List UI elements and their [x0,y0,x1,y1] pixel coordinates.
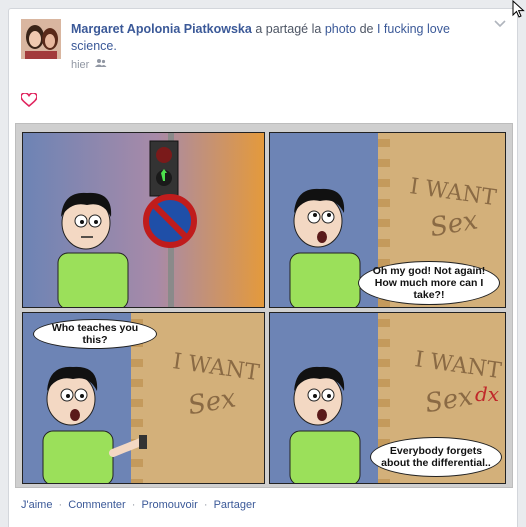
wall-text-dx: dx [475,382,499,406]
speech-bubble-4: Everybody forgets about the differential… [370,437,502,477]
separator: · [58,499,63,511]
post-card: Margaret Apolonia Piatkowska a partagé l… [8,8,518,527]
comic-panel-3: I WANT Sex Who teaches you this? [22,312,265,484]
speech-bubble-2: Oh my god! Not again! How much more can … [358,261,500,305]
comic-image[interactable]: I WANT Sex Oh my god! Not again! How muc… [15,123,513,488]
shared-verb: a partagé la [251,22,325,36]
comic-panel-2: I WANT Sex Oh my god! Not again! How muc… [269,132,506,308]
speech-bubble-3: Who teaches you this? [33,319,157,349]
separator: · [203,499,208,511]
post-actions: J'aime · Commenter · Promouvoir · Partag… [21,499,256,511]
post-header: Margaret Apolonia Piatkowska a partagé l… [71,21,451,55]
separator: · [131,499,136,511]
share-link[interactable]: Partager [214,499,256,511]
like-link[interactable]: J'aime [21,499,52,511]
preposition: de [356,22,377,36]
heart-icon[interactable] [20,92,38,108]
photo-link[interactable]: photo [325,22,356,36]
comic-panel-4: I WANT Sex dx Everybody forgets about th… [269,312,506,484]
author-name[interactable]: Margaret Apolonia Piatkowska [71,22,252,36]
promote-link[interactable]: Promouvoir [142,499,198,511]
comic-panel-1 [22,132,265,308]
comment-link[interactable]: Commenter [68,499,125,511]
friends-icon[interactable] [95,58,107,71]
chevron-down-icon[interactable] [493,19,507,31]
mouse-cursor-icon [512,0,526,18]
post-meta: hier [71,58,107,71]
author-avatar[interactable] [21,19,61,59]
post-time[interactable]: hier [71,59,89,71]
